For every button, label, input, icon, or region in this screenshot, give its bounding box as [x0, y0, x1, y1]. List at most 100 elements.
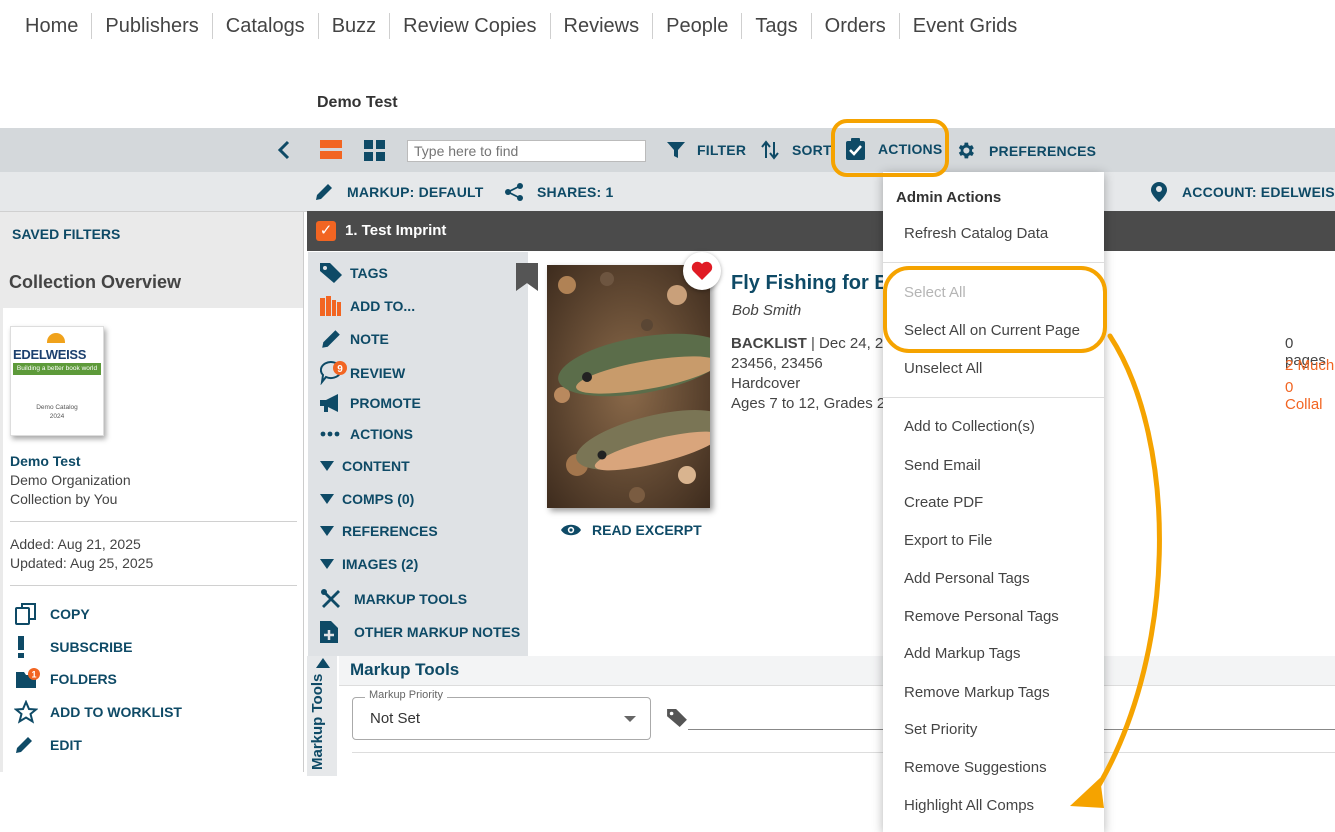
- book-ages: Ages 7 to 12, Grades 2: [731, 395, 886, 412]
- collection-name-link[interactable]: Demo Test: [10, 453, 81, 469]
- menu-create-pdf[interactable]: Create PDF: [904, 494, 983, 511]
- account-button[interactable]: ACCOUNT: EDELWEISS: [1151, 182, 1335, 202]
- file-plus-icon: [320, 621, 338, 643]
- nav-people[interactable]: People: [652, 13, 741, 39]
- megaphone-icon: [320, 394, 338, 412]
- pencil-icon: [16, 737, 32, 753]
- nav-publishers[interactable]: Publishers: [91, 13, 211, 39]
- read-excerpt-label: READ EXCERPT: [592, 522, 702, 538]
- search-input[interactable]: [407, 140, 646, 162]
- book-cover-image[interactable]: [547, 265, 710, 508]
- promote-action[interactable]: PROMOTE: [320, 393, 421, 413]
- nav-home[interactable]: Home: [12, 13, 91, 39]
- book-status-line: BACKLIST | Dec 24, 20: [731, 335, 892, 352]
- menu-unselect-all[interactable]: Unselect All: [904, 360, 982, 377]
- favorite-button[interactable]: [683, 252, 721, 290]
- logo-text: EDELWEISS: [13, 347, 87, 362]
- nav-event-grids[interactable]: Event Grids: [898, 13, 1030, 39]
- menu-remove-suggestions[interactable]: Remove Suggestions: [904, 759, 1047, 776]
- content-toggle[interactable]: CONTENT: [320, 458, 410, 474]
- back-chevron-icon[interactable]: [276, 140, 292, 160]
- markup-tools-action[interactable]: MARKUP TOOLS: [320, 588, 467, 610]
- other-markup-notes-label: OTHER MARKUP NOTES: [354, 624, 521, 640]
- thumb-caption: Demo Catalog 2024: [36, 404, 78, 420]
- nav-orders[interactable]: Orders: [810, 13, 899, 39]
- admin-actions-header: Admin Actions: [896, 189, 1002, 206]
- read-excerpt-button[interactable]: READ EXCERPT: [561, 522, 702, 538]
- caret-down-icon: [320, 461, 334, 471]
- actions-action[interactable]: ACTIONS: [320, 426, 413, 442]
- book-author[interactable]: Bob Smith: [732, 302, 801, 319]
- shares-button[interactable]: SHARES: 1: [504, 182, 613, 202]
- add-to-action[interactable]: ADD TO...: [320, 296, 415, 316]
- menu-export-to-file[interactable]: Export to File: [904, 532, 992, 549]
- review-action[interactable]: 9 REVIEW: [320, 361, 405, 385]
- list-view-icon[interactable]: [320, 140, 342, 160]
- shares-label: SHARES: 1: [537, 184, 614, 200]
- logo-sun-icon: [47, 333, 65, 343]
- tags-action[interactable]: TAGS: [320, 263, 388, 283]
- nav-reviews[interactable]: Reviews: [549, 13, 653, 39]
- books-icon: [320, 296, 341, 316]
- much-link[interactable]: 2 Much: [1285, 357, 1334, 374]
- sort-button[interactable]: SORT: [761, 140, 832, 160]
- review-badge: 9: [337, 364, 343, 375]
- edit-label: EDIT: [50, 737, 82, 753]
- eye-icon: [561, 524, 581, 536]
- nav-tags[interactable]: Tags: [741, 13, 810, 39]
- content-label: CONTENT: [342, 458, 410, 474]
- saved-filters-link[interactable]: SAVED FILTERS: [12, 226, 120, 242]
- filter-icon: [667, 142, 685, 158]
- nav-buzz[interactable]: Buzz: [317, 13, 389, 39]
- markup-button[interactable]: MARKUP: DEFAULT: [314, 182, 484, 202]
- note-action[interactable]: NOTE: [320, 328, 389, 350]
- menu-set-priority[interactable]: Set Priority: [904, 721, 977, 738]
- other-markup-notes-action[interactable]: OTHER MARKUP NOTES: [320, 621, 520, 643]
- menu-add-markup-tags[interactable]: Add Markup Tags: [904, 645, 1020, 662]
- promote-label: PROMOTE: [350, 395, 421, 411]
- caret-up-icon[interactable]: [316, 658, 330, 668]
- filter-button[interactable]: FILTER: [667, 141, 746, 159]
- menu-remove-personal-tags[interactable]: Remove Personal Tags: [904, 608, 1059, 625]
- caret-down-icon: [320, 559, 334, 569]
- divider: [10, 521, 297, 522]
- comps-toggle[interactable]: COMPS (0): [320, 491, 414, 507]
- subscribe-button[interactable]: SUBSCRIBE: [14, 635, 132, 659]
- copy-button[interactable]: COPY: [14, 602, 90, 626]
- toolbar: FILTER SORT ACTIONS PREFERENCES: [0, 128, 1335, 172]
- page-title: Demo Test: [317, 94, 398, 111]
- menu-remove-markup-tags[interactable]: Remove Markup Tags: [904, 684, 1050, 701]
- collab-link[interactable]: 0 Collal: [1285, 379, 1335, 413]
- nav-catalogs[interactable]: Catalogs: [211, 13, 318, 39]
- images-toggle[interactable]: IMAGES (2): [320, 556, 418, 572]
- menu-refresh-catalog-data[interactable]: Refresh Catalog Data: [904, 225, 1048, 242]
- catalog-thumbnail[interactable]: EDELWEISS Building a better book world D…: [10, 326, 104, 436]
- caret-down-icon: [320, 526, 334, 536]
- book-title-link[interactable]: Fly Fishing for Br: [731, 272, 897, 295]
- tag-icon: [320, 263, 342, 283]
- references-toggle[interactable]: REFERENCES: [320, 523, 438, 539]
- grid-view-icon[interactable]: [364, 140, 385, 161]
- sort-icon: [761, 140, 779, 160]
- app-root: { "nav": ["Home", "Publishers", "Catalog…: [0, 0, 1335, 832]
- book-format: Hardcover: [731, 375, 801, 392]
- markup-tools-title: Markup Tools: [350, 660, 460, 679]
- imprint-checkbox[interactable]: ✓: [316, 221, 336, 241]
- divider: [10, 585, 297, 586]
- tag-icon: [667, 709, 687, 727]
- copy-label: COPY: [50, 606, 90, 622]
- nav-review-copies[interactable]: Review Copies: [389, 13, 549, 39]
- edit-button[interactable]: EDIT: [14, 733, 82, 757]
- menu-add-personal-tags[interactable]: Add Personal Tags: [904, 570, 1030, 587]
- add-to-worklist-button[interactable]: ADD TO WORKLIST: [14, 700, 182, 724]
- logo-tagline: Building a better book world: [13, 363, 101, 375]
- menu-send-email[interactable]: Send Email: [904, 457, 981, 474]
- caret-down-icon: [320, 494, 334, 504]
- menu-highlight-all-comps[interactable]: Highlight All Comps: [904, 797, 1034, 814]
- account-label: ACCOUNT: EDELWEISS: [1182, 184, 1335, 200]
- grid-divider: [352, 752, 1335, 753]
- menu-add-to-collections[interactable]: Add to Collection(s): [904, 418, 1035, 435]
- preferences-button[interactable]: PREFERENCES: [955, 140, 1096, 161]
- folders-button[interactable]: 1 FOLDERS: [14, 667, 117, 691]
- tools-icon: [321, 589, 340, 608]
